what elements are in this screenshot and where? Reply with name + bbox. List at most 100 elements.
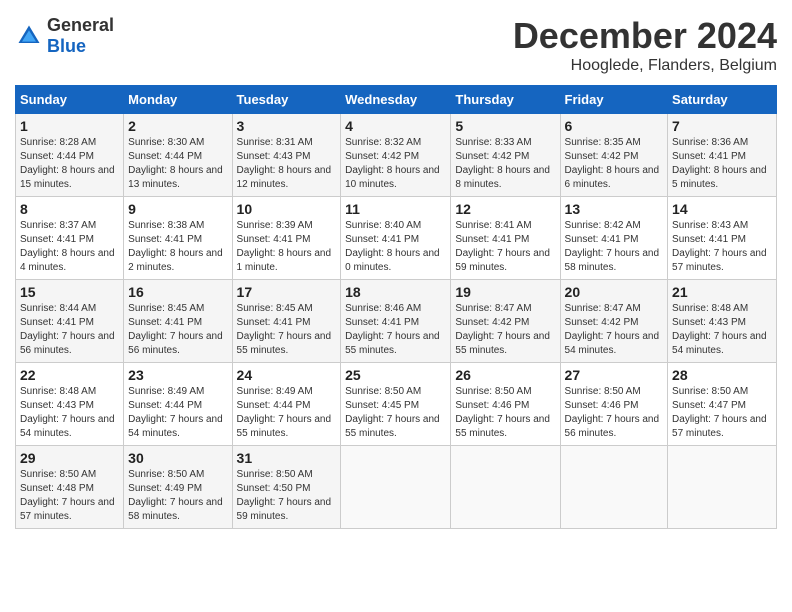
calendar-cell: 13Sunrise: 8:42 AMSunset: 4:41 PMDayligh… [560, 197, 668, 280]
day-info: Sunrise: 8:50 AMSunset: 4:46 PMDaylight:… [455, 385, 555, 441]
logo-icon [15, 22, 43, 50]
day-info: Sunrise: 8:45 AMSunset: 4:41 PMDaylight:… [128, 302, 227, 358]
page-title: December 2024 [513, 15, 777, 57]
logo: General Blue [15, 15, 114, 57]
logo-text: General Blue [47, 15, 114, 57]
calendar-cell: 14 Sunrise: 8:43 AMSunset: 4:41 PMDayligh… [668, 197, 777, 280]
weekday-header-tuesday: Tuesday [232, 86, 341, 114]
logo-general: General [47, 15, 114, 35]
day-number: 8 [20, 201, 119, 217]
day-info: Sunrise: 8:35 AMSunset: 4:42 PMDaylight:… [565, 136, 664, 192]
day-info: Sunrise: 8:50 AMSunset: 4:46 PMDaylight:… [565, 385, 664, 441]
day-info: Sunrise: 8:38 AMSunset: 4:41 PMDaylight:… [128, 219, 227, 275]
day-info: Sunrise: 8:48 AMSunset: 4:43 PMDaylight:… [672, 302, 772, 358]
calendar-cell: 25 Sunrise: 8:50 AMSunset: 4:45 PMDayligh… [341, 363, 451, 446]
calendar-week-row: 8Sunrise: 8:37 AMSunset: 4:41 PMDaylight… [16, 197, 777, 280]
calendar-cell: 29 Sunrise: 8:50 AMSunset: 4:48 PMDayligh… [16, 446, 124, 529]
day-info: Sunrise: 8:50 AMSunset: 4:47 PMDaylight:… [672, 385, 772, 441]
calendar-cell: 16Sunrise: 8:45 AMSunset: 4:41 PMDayligh… [124, 280, 232, 363]
page-header: General Blue December 2024 Hooglede, Fla… [15, 15, 777, 75]
day-info: Sunrise: 8:49 AMSunset: 4:44 PMDaylight:… [128, 385, 227, 441]
logo-blue: Blue [47, 36, 86, 56]
day-info: Sunrise: 8:47 AMSunset: 4:42 PMDaylight:… [565, 302, 664, 358]
day-number: 26 [455, 367, 555, 383]
weekday-header-wednesday: Wednesday [341, 86, 451, 114]
day-number: 10 [237, 201, 337, 217]
day-number: 20 [565, 284, 664, 300]
day-number: 7 [672, 118, 772, 134]
day-info: Sunrise: 8:49 AMSunset: 4:44 PMDaylight:… [237, 385, 337, 441]
day-info: Sunrise: 8:32 AMSunset: 4:42 PMDaylight:… [345, 136, 446, 192]
day-info: Sunrise: 8:46 AMSunset: 4:41 PMDaylight:… [345, 302, 446, 358]
day-number: 15 [20, 284, 119, 300]
calendar-cell [560, 446, 668, 529]
weekday-header-sunday: Sunday [16, 86, 124, 114]
calendar-cell: 17 Sunrise: 8:45 AMSunset: 4:41 PMDayligh… [232, 280, 341, 363]
day-number: 31 [237, 450, 337, 466]
day-number: 9 [128, 201, 227, 217]
calendar-cell: 27 Sunrise: 8:50 AMSunset: 4:46 PMDayligh… [560, 363, 668, 446]
calendar-cell [451, 446, 560, 529]
day-number: 17 [237, 284, 337, 300]
calendar-cell: 28 Sunrise: 8:50 AMSunset: 4:47 PMDayligh… [668, 363, 777, 446]
calendar-cell: 18 Sunrise: 8:46 AMSunset: 4:41 PMDayligh… [341, 280, 451, 363]
day-number: 6 [565, 118, 664, 134]
calendar-cell: 21 Sunrise: 8:48 AMSunset: 4:43 PMDayligh… [668, 280, 777, 363]
day-number: 3 [237, 118, 337, 134]
calendar-table: SundayMondayTuesdayWednesdayThursdayFrid… [15, 85, 777, 529]
weekday-header-thursday: Thursday [451, 86, 560, 114]
day-number: 27 [565, 367, 664, 383]
day-info: Sunrise: 8:50 AMSunset: 4:49 PMDaylight:… [128, 468, 227, 524]
day-number: 19 [455, 284, 555, 300]
day-number: 22 [20, 367, 119, 383]
day-number: 2 [128, 118, 227, 134]
day-info: Sunrise: 8:50 AMSunset: 4:48 PMDaylight:… [20, 468, 119, 524]
calendar-cell: 4Sunrise: 8:32 AMSunset: 4:42 PMDaylight… [341, 114, 451, 197]
day-info: Sunrise: 8:47 AMSunset: 4:42 PMDaylight:… [455, 302, 555, 358]
calendar-week-row: 22Sunrise: 8:48 AMSunset: 4:43 PMDayligh… [16, 363, 777, 446]
day-number: 12 [455, 201, 555, 217]
day-info: Sunrise: 8:44 AMSunset: 4:41 PMDaylight:… [20, 302, 119, 358]
weekday-header-saturday: Saturday [668, 86, 777, 114]
day-info: Sunrise: 8:39 AMSunset: 4:41 PMDaylight:… [237, 219, 337, 275]
day-number: 5 [455, 118, 555, 134]
day-number: 23 [128, 367, 227, 383]
day-info: Sunrise: 8:28 AMSunset: 4:44 PMDaylight:… [20, 136, 119, 192]
calendar-cell: 22Sunrise: 8:48 AMSunset: 4:43 PMDayligh… [16, 363, 124, 446]
calendar-cell [668, 446, 777, 529]
calendar-cell: 12Sunrise: 8:41 AMSunset: 4:41 PMDayligh… [451, 197, 560, 280]
day-number: 1 [20, 118, 119, 134]
day-info: Sunrise: 8:50 AMSunset: 4:45 PMDaylight:… [345, 385, 446, 441]
day-number: 11 [345, 201, 446, 217]
calendar-cell: 2Sunrise: 8:30 AMSunset: 4:44 PMDaylight… [124, 114, 232, 197]
day-info: Sunrise: 8:43 AMSunset: 4:41 PMDaylight:… [672, 219, 772, 275]
calendar-cell: 8Sunrise: 8:37 AMSunset: 4:41 PMDaylight… [16, 197, 124, 280]
day-info: Sunrise: 8:33 AMSunset: 4:42 PMDaylight:… [455, 136, 555, 192]
calendar-cell [341, 446, 451, 529]
day-info: Sunrise: 8:45 AMSunset: 4:41 PMDaylight:… [237, 302, 337, 358]
weekday-header-friday: Friday [560, 86, 668, 114]
calendar-cell: 26 Sunrise: 8:50 AMSunset: 4:46 PMDayligh… [451, 363, 560, 446]
day-info: Sunrise: 8:36 AMSunset: 4:41 PMDaylight:… [672, 136, 772, 192]
day-number: 14 [672, 201, 772, 217]
calendar-cell: 3 Sunrise: 8:31 AMSunset: 4:43 PMDaylight… [232, 114, 341, 197]
title-area: December 2024 Hooglede, Flanders, Belgiu… [513, 15, 777, 75]
calendar-cell: 31Sunrise: 8:50 AMSunset: 4:50 PMDayligh… [232, 446, 341, 529]
calendar-week-row: 1 Sunrise: 8:28 AMSunset: 4:44 PMDaylight… [16, 114, 777, 197]
day-info: Sunrise: 8:31 AMSunset: 4:43 PMDaylight:… [237, 136, 337, 192]
calendar-cell: 24Sunrise: 8:49 AMSunset: 4:44 PMDayligh… [232, 363, 341, 446]
calendar-cell: 7 Sunrise: 8:36 AMSunset: 4:41 PMDaylight… [668, 114, 777, 197]
day-number: 30 [128, 450, 227, 466]
day-info: Sunrise: 8:40 AMSunset: 4:41 PMDaylight:… [345, 219, 446, 275]
calendar-cell: 11 Sunrise: 8:40 AMSunset: 4:41 PMDayligh… [341, 197, 451, 280]
calendar-cell: 6 Sunrise: 8:35 AMSunset: 4:42 PMDaylight… [560, 114, 668, 197]
day-number: 13 [565, 201, 664, 217]
day-number: 21 [672, 284, 772, 300]
day-number: 18 [345, 284, 446, 300]
calendar-week-row: 29 Sunrise: 8:50 AMSunset: 4:48 PMDayligh… [16, 446, 777, 529]
day-number: 29 [20, 450, 119, 466]
weekday-header-monday: Monday [124, 86, 232, 114]
day-number: 28 [672, 367, 772, 383]
day-number: 25 [345, 367, 446, 383]
calendar-cell: 30 Sunrise: 8:50 AMSunset: 4:49 PMDayligh… [124, 446, 232, 529]
